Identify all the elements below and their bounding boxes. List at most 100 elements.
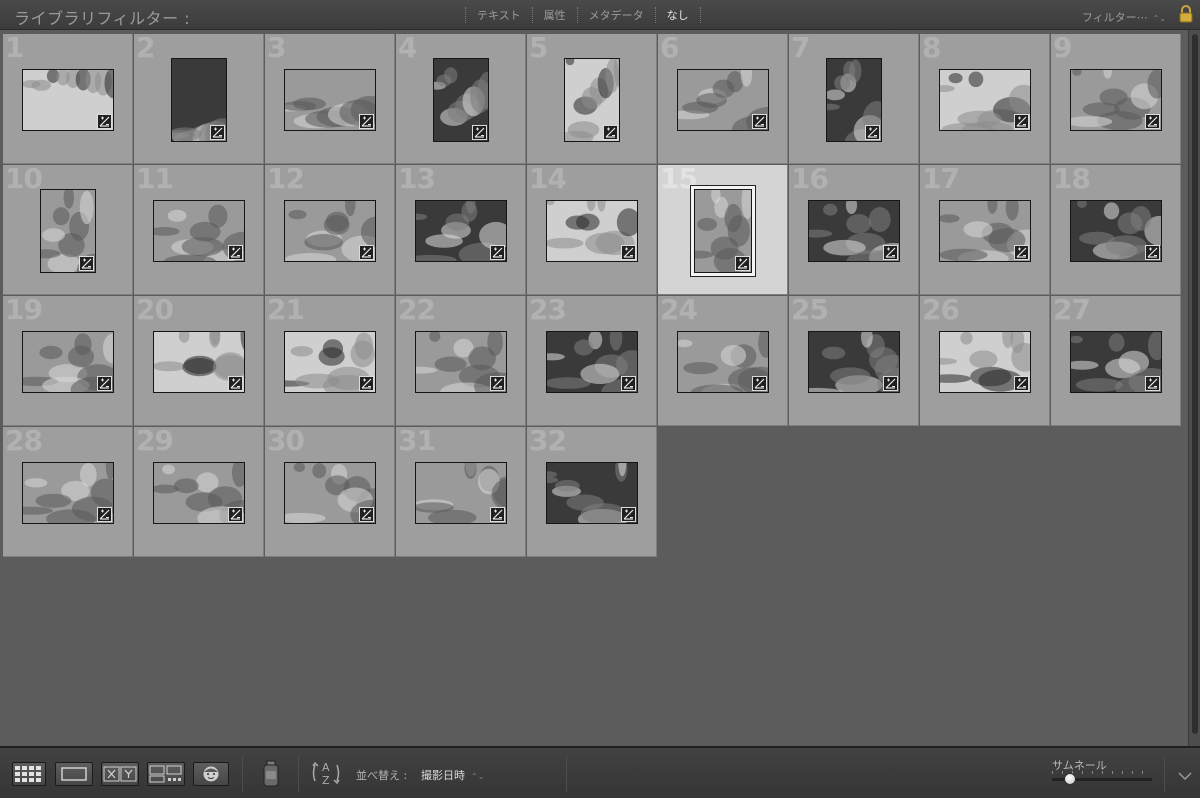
edited-badge-icon[interactable] (228, 245, 243, 260)
edited-badge-icon[interactable] (97, 507, 112, 522)
photo-cell[interactable]: 25 (789, 296, 919, 426)
photo-cell[interactable]: 3 (265, 34, 395, 164)
filter-preset-dropdown[interactable]: フィルター⋯ ⌃⌄ (1082, 9, 1166, 25)
edited-badge-icon[interactable] (79, 256, 94, 271)
survey-view-button[interactable] (147, 762, 185, 786)
edited-badge-icon[interactable] (228, 376, 243, 391)
painter-spray-icon[interactable] (260, 760, 282, 792)
edited-badge-icon[interactable] (735, 256, 750, 271)
photo-thumbnail[interactable] (564, 58, 620, 142)
photo-thumbnail[interactable] (284, 69, 376, 131)
photo-thumbnail[interactable] (808, 331, 900, 393)
photo-cell[interactable]: 5 (527, 34, 657, 164)
photo-thumbnail[interactable] (1070, 331, 1162, 393)
edited-badge-icon[interactable] (621, 507, 636, 522)
photo-cell[interactable]: 2 (134, 34, 264, 164)
photo-cell[interactable]: 14 (527, 165, 657, 295)
photo-thumbnail[interactable] (284, 462, 376, 524)
photo-cell[interactable]: 29 (134, 427, 264, 557)
edited-badge-icon[interactable] (1145, 114, 1160, 129)
photo-thumbnail[interactable] (153, 331, 245, 393)
photo-thumbnail[interactable] (22, 69, 114, 131)
photo-cell[interactable]: 32 (527, 427, 657, 557)
photo-thumbnail[interactable] (284, 200, 376, 262)
photo-cell[interactable]: 16 (789, 165, 919, 295)
edited-badge-icon[interactable] (359, 245, 374, 260)
edited-badge-icon[interactable] (603, 125, 618, 140)
photo-cell[interactable]: 28 (3, 427, 133, 557)
photo-cell[interactable]: 10 (3, 165, 133, 295)
tab-metadata[interactable]: メタデータ (585, 7, 648, 23)
tab-none[interactable]: なし (663, 7, 693, 23)
edited-badge-icon[interactable] (228, 507, 243, 522)
photo-thumbnail[interactable] (415, 331, 507, 393)
edited-badge-icon[interactable] (359, 507, 374, 522)
photo-thumbnail[interactable] (153, 462, 245, 524)
scrollbar-thumb[interactable] (1192, 34, 1198, 734)
photo-thumbnail[interactable] (808, 200, 900, 262)
edited-badge-icon[interactable] (752, 114, 767, 129)
photo-cell[interactable]: 17 (920, 165, 1050, 295)
photo-cell[interactable]: 26 (920, 296, 1050, 426)
edited-badge-icon[interactable] (752, 376, 767, 391)
photo-thumbnail[interactable] (171, 58, 227, 142)
thumbnail-size-slider-knob[interactable] (1064, 773, 1076, 785)
photo-cell[interactable]: 24 (658, 296, 788, 426)
edited-badge-icon[interactable] (621, 245, 636, 260)
photo-cell[interactable]: 27 (1051, 296, 1181, 426)
photo-cell[interactable]: 7 (789, 34, 919, 164)
edited-badge-icon[interactable] (97, 114, 112, 129)
edited-badge-icon[interactable] (359, 376, 374, 391)
photo-thumbnail[interactable] (677, 69, 769, 131)
photo-cell[interactable]: 21 (265, 296, 395, 426)
photo-thumbnail[interactable] (415, 200, 507, 262)
photo-cell[interactable]: 31 (396, 427, 526, 557)
photo-thumbnail[interactable] (694, 189, 752, 273)
edited-badge-icon[interactable] (490, 245, 505, 260)
photo-thumbnail[interactable] (22, 462, 114, 524)
edited-badge-icon[interactable] (490, 376, 505, 391)
edited-badge-icon[interactable] (883, 376, 898, 391)
photo-thumbnail[interactable] (153, 200, 245, 262)
photo-cell[interactable]: 6 (658, 34, 788, 164)
edited-badge-icon[interactable] (97, 376, 112, 391)
photo-thumbnail[interactable] (40, 189, 96, 273)
photo-cell[interactable]: 30 (265, 427, 395, 557)
photo-cell[interactable]: 4 (396, 34, 526, 164)
edited-badge-icon[interactable] (1014, 376, 1029, 391)
photo-cell[interactable]: 13 (396, 165, 526, 295)
photo-thumbnail[interactable] (284, 331, 376, 393)
photo-cell[interactable]: 20 (134, 296, 264, 426)
edited-badge-icon[interactable] (865, 125, 880, 140)
photo-thumbnail[interactable] (546, 462, 638, 524)
photo-thumbnail[interactable] (677, 331, 769, 393)
photo-thumbnail[interactable] (22, 331, 114, 393)
people-view-button[interactable] (193, 762, 229, 786)
toolbar-menu-chevron-icon[interactable] (1178, 766, 1192, 785)
edited-badge-icon[interactable] (490, 507, 505, 522)
photo-cell[interactable]: 18 (1051, 165, 1181, 295)
photo-thumbnail[interactable] (939, 200, 1031, 262)
photo-thumbnail[interactable] (546, 331, 638, 393)
photo-cell[interactable]: 22 (396, 296, 526, 426)
photo-thumbnail[interactable] (1070, 200, 1162, 262)
sort-direction-az-icon[interactable]: A Z (311, 758, 349, 792)
tab-attribute[interactable]: 属性 (540, 7, 570, 23)
lock-icon[interactable] (1178, 5, 1194, 23)
edited-badge-icon[interactable] (1014, 114, 1029, 129)
photo-thumbnail[interactable] (415, 462, 507, 524)
photo-cell[interactable]: 1 (3, 34, 133, 164)
photo-thumbnail[interactable] (433, 58, 489, 142)
sort-criteria-dropdown[interactable]: 撮影日時 ⌃⌄ (421, 767, 484, 783)
photo-cell[interactable]: 12 (265, 165, 395, 295)
photo-cell[interactable]: 15 (658, 165, 788, 295)
edited-badge-icon[interactable] (1145, 376, 1160, 391)
edited-badge-icon[interactable] (472, 125, 487, 140)
photo-cell[interactable]: 9 (1051, 34, 1181, 164)
compare-view-button[interactable] (101, 762, 139, 786)
photo-thumbnail[interactable] (1070, 69, 1162, 131)
tab-text[interactable]: テキスト (473, 7, 525, 23)
photo-thumbnail[interactable] (826, 58, 882, 142)
photo-thumbnail[interactable] (546, 200, 638, 262)
photo-cell[interactable]: 11 (134, 165, 264, 295)
